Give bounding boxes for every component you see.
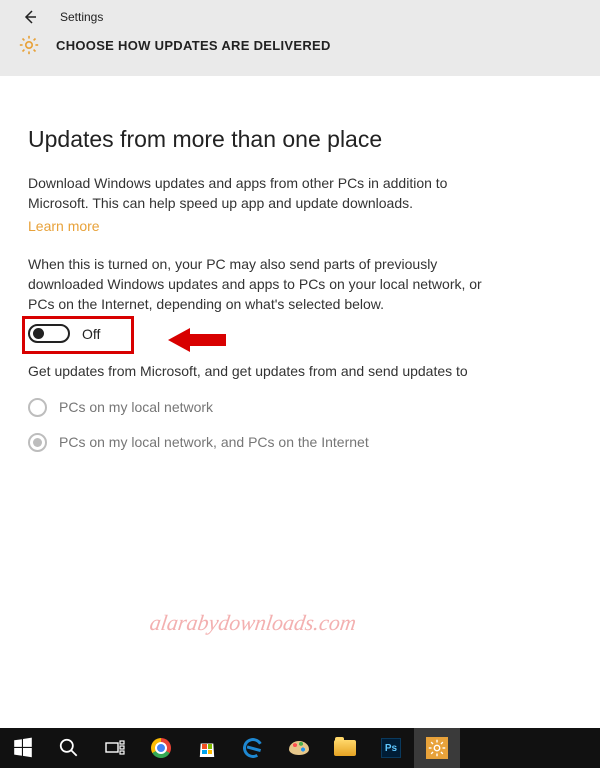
radio-button[interactable] — [28, 433, 47, 452]
folder-icon — [334, 740, 356, 756]
radio-button[interactable] — [28, 398, 47, 417]
search-icon — [58, 737, 80, 759]
paint-icon — [289, 741, 309, 755]
back-arrow-icon — [22, 9, 38, 25]
paint-app[interactable] — [276, 728, 322, 768]
store-icon — [198, 739, 216, 757]
radio-option-local[interactable]: PCs on my local network — [28, 398, 492, 417]
search-button[interactable] — [46, 728, 92, 768]
watermark-text: alarabydownloads.com — [148, 610, 358, 636]
radio-option-internet[interactable]: PCs on my local network, and PCs on the … — [28, 433, 492, 452]
task-view-icon — [104, 737, 126, 759]
explanation-paragraph: When this is turned on, your PC may also… — [28, 254, 492, 315]
source-paragraph: Get updates from Microsoft, and get upda… — [28, 361, 492, 381]
chrome-app[interactable] — [138, 728, 184, 768]
taskbar: Ps — [0, 728, 600, 768]
back-button[interactable] — [18, 5, 42, 29]
windows-start-icon — [12, 737, 34, 759]
photoshop-app[interactable]: Ps — [368, 728, 414, 768]
app-label: Settings — [60, 10, 103, 24]
toggle-state-label: Off — [82, 326, 100, 342]
edge-icon — [241, 736, 265, 760]
page-subtitle: CHOOSE HOW UPDATES ARE DELIVERED — [56, 38, 331, 53]
learn-more-link[interactable]: Learn more — [28, 218, 100, 234]
store-app[interactable] — [184, 728, 230, 768]
intro-paragraph: Download Windows updates and apps from o… — [28, 173, 492, 214]
file-explorer-app[interactable] — [322, 728, 368, 768]
radio-label: PCs on my local network, and PCs on the … — [59, 434, 369, 450]
edge-app[interactable] — [230, 728, 276, 768]
header-bar: Settings CHOOSE HOW UPDATES ARE DELIVERE… — [0, 0, 600, 76]
gear-icon — [18, 34, 40, 56]
content-area: Updates from more than one place Downloa… — [0, 76, 520, 452]
settings-gear-icon — [426, 737, 448, 759]
annotation-arrow-icon — [168, 326, 228, 354]
radio-label: PCs on my local network — [59, 399, 213, 415]
task-view-button[interactable] — [92, 728, 138, 768]
toggle-knob — [33, 328, 44, 339]
chrome-icon — [151, 738, 171, 758]
start-button[interactable] — [0, 728, 46, 768]
delivery-toggle[interactable] — [28, 324, 70, 343]
page-heading: Updates from more than one place — [28, 126, 492, 153]
settings-app[interactable] — [414, 728, 460, 768]
photoshop-icon: Ps — [381, 738, 401, 758]
